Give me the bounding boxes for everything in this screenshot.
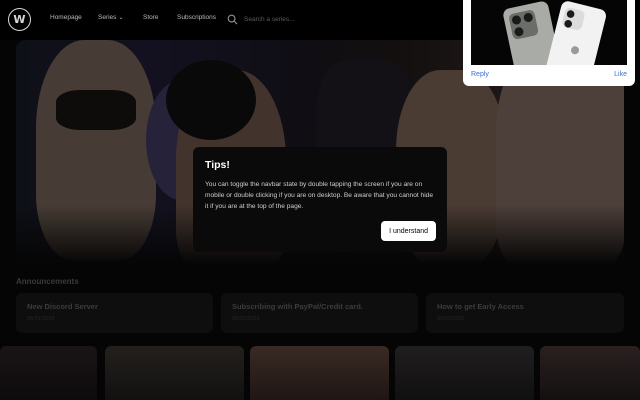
announcement-card[interactable]: How to get Early Access 05/01/2025 (426, 293, 624, 333)
modal-body: You can toggle the navbar state by doubl… (205, 181, 433, 210)
series-thumbnail[interactable] (540, 346, 640, 400)
nav-subscriptions[interactable]: Subscriptions (177, 14, 216, 21)
announcement-card[interactable]: Subscribing with PayPal/Credit card. 05/… (221, 293, 418, 333)
chevron-down-icon: ⌄ (118, 15, 124, 21)
series-thumbnail[interactable] (395, 346, 534, 400)
announcement-title: New Discord Server (27, 302, 98, 311)
ad-image[interactable] (471, 0, 627, 65)
logo-mark: W (13, 13, 26, 26)
tips-modal: Tips! You can toggle the navbar state by… (193, 147, 447, 252)
announcement-date: 05/01/2025 (27, 316, 55, 322)
announcement-card[interactable]: New Discord Server 05/01/2025 (16, 293, 213, 333)
like-link[interactable]: Like (614, 71, 627, 78)
search-icon (227, 14, 238, 25)
phones-image (471, 0, 627, 65)
series-thumbnail[interactable] (105, 346, 244, 400)
nav-store[interactable]: Store (143, 14, 159, 21)
ad-popup: Reply Like (463, 0, 635, 86)
understand-button[interactable]: I understand (381, 221, 436, 241)
search-input[interactable] (244, 15, 444, 23)
nav-homepage[interactable]: Homepage (50, 14, 82, 21)
announcement-date: 05/01/2025 (232, 316, 260, 322)
series-thumbnail[interactable] (0, 346, 97, 400)
site-logo[interactable]: W (8, 8, 31, 31)
modal-title: Tips! (205, 159, 230, 171)
reply-link[interactable]: Reply (471, 71, 489, 78)
nav-series-label: Series (98, 14, 117, 21)
announcements-heading: Announcements (16, 277, 79, 286)
announcement-title: How to get Early Access (437, 302, 524, 311)
announcement-date: 05/01/2025 (437, 316, 465, 322)
announcement-title: Subscribing with PayPal/Credit card. (232, 302, 363, 311)
series-thumbnail[interactable] (250, 346, 389, 400)
nav-series[interactable]: Series ⌄ (98, 14, 123, 21)
search-bar (227, 11, 457, 27)
